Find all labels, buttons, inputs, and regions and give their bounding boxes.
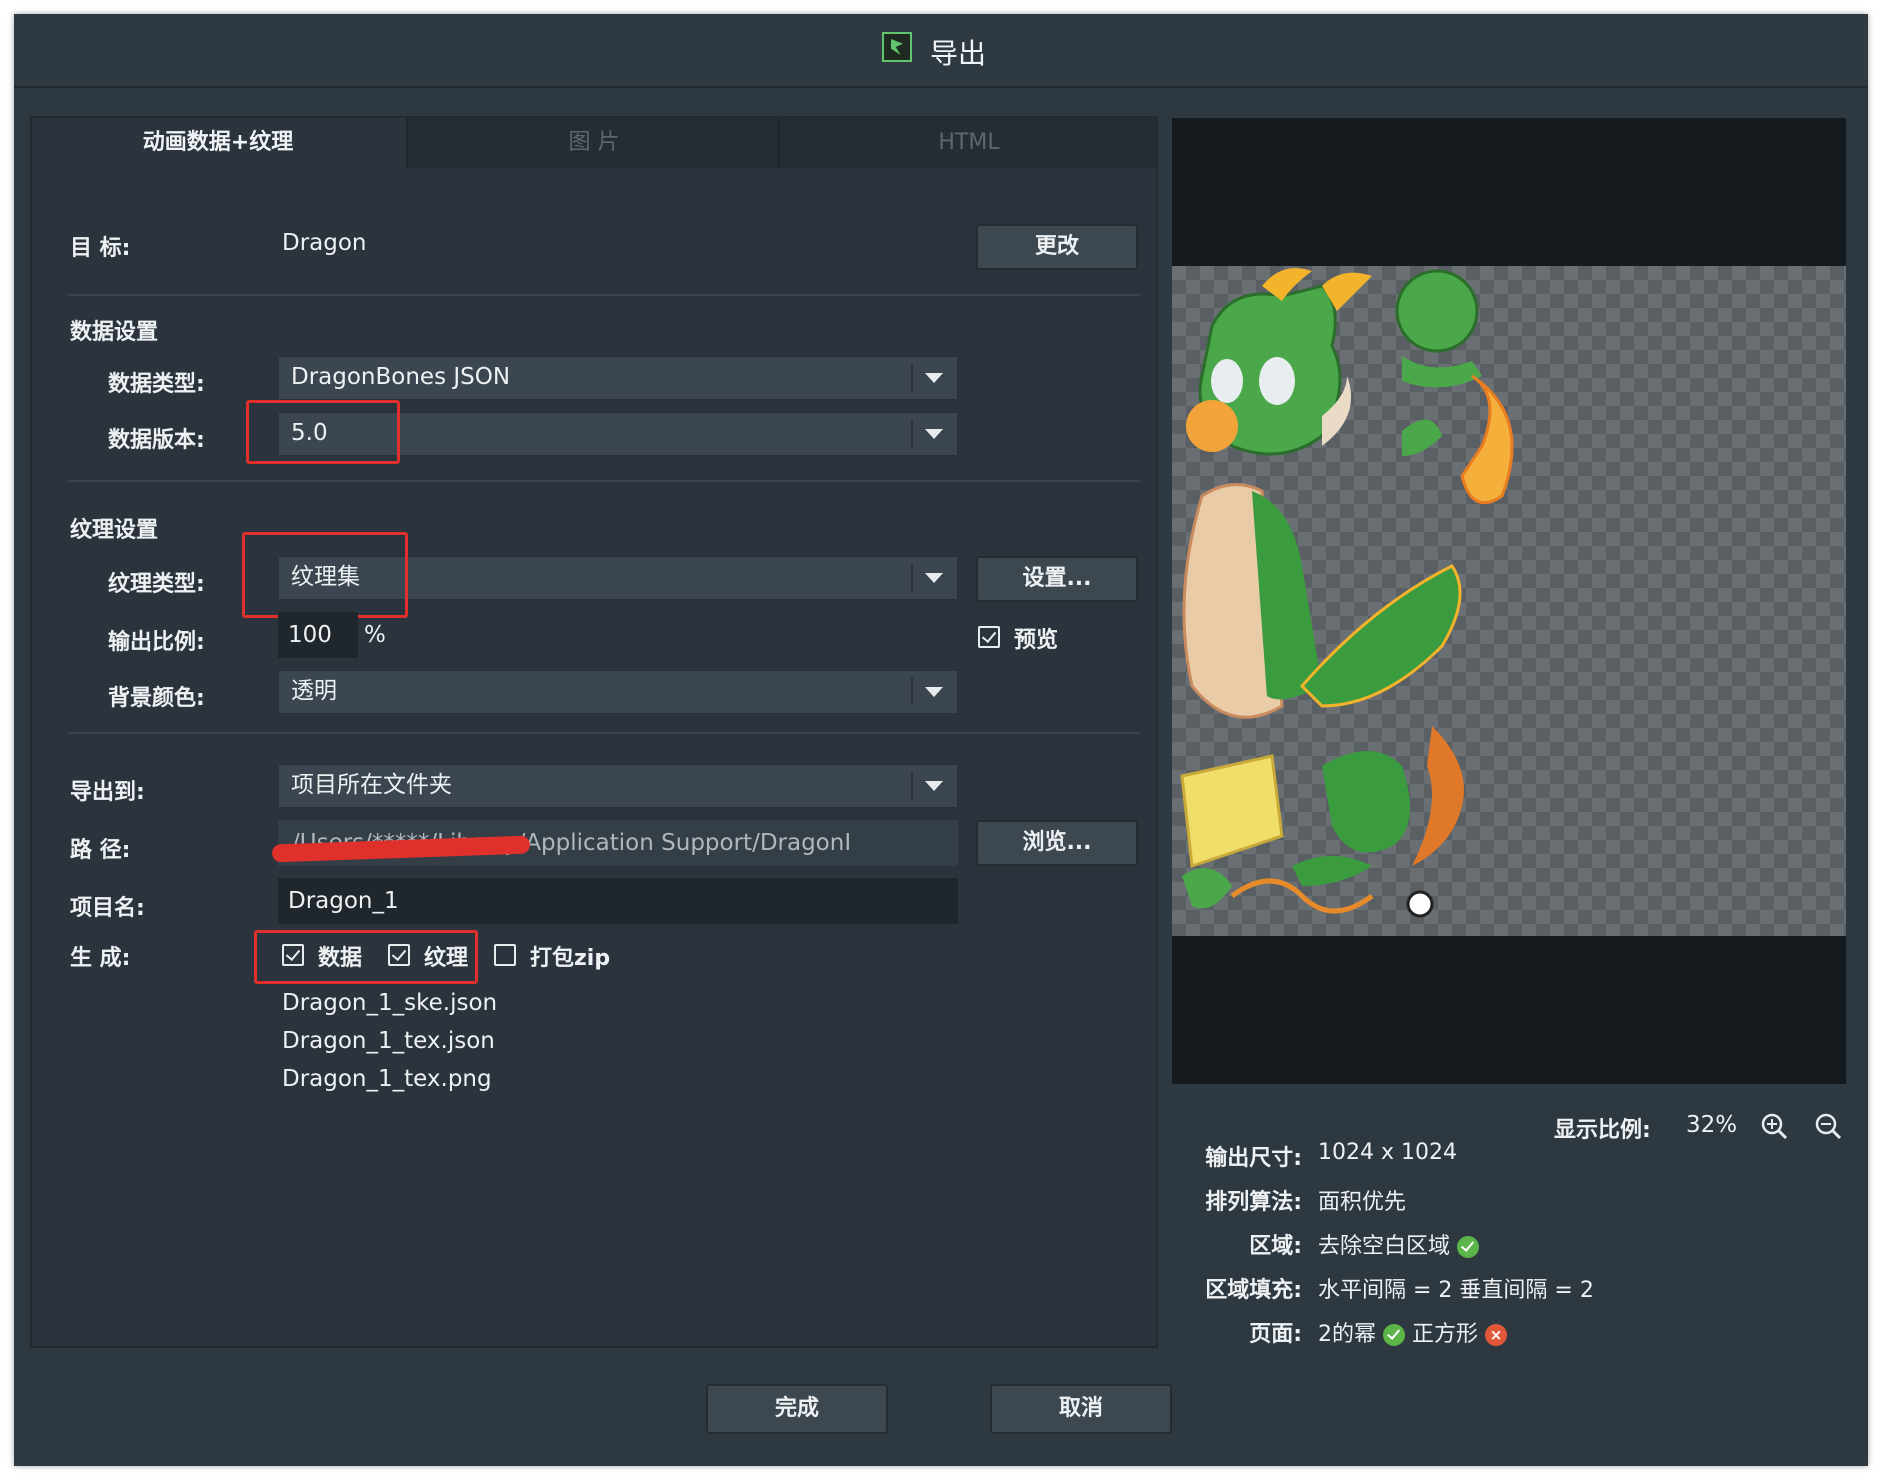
output-file: Dragon_1_ske.json (282, 990, 498, 1016)
chevron-down-icon (925, 687, 943, 697)
data-type-label: 数据类型: (108, 372, 205, 397)
page-square: 正方形 (1412, 1322, 1479, 1347)
bg-color-label: 背景颜色: (108, 686, 205, 711)
cancel-button[interactable]: 取消 (990, 1384, 1172, 1434)
page-value-row: 2的幂 正方形 × (1318, 1316, 1508, 1348)
output-size-value: 1024 x 1024 (1318, 1140, 1457, 1165)
page-label: 页面: (1249, 1322, 1302, 1347)
chevron-down-icon (925, 373, 943, 383)
export-to-select[interactable]: 项目所在文件夹 (278, 764, 958, 808)
change-button[interactable]: 更改 (976, 224, 1138, 270)
tab-animation-texture[interactable]: 动画数据+纹理 (32, 118, 404, 168)
region-value-row: 去除空白区域 (1318, 1228, 1480, 1260)
project-name-label: 项目名: (70, 896, 145, 921)
generate-zip-label: 打包zip (530, 946, 611, 971)
divider (911, 363, 913, 391)
check-circle-icon (1383, 1324, 1405, 1346)
divider (68, 294, 1140, 296)
bg-color-value: 透明 (291, 678, 337, 704)
divider (911, 677, 913, 705)
browse-button[interactable]: 浏览... (976, 820, 1138, 866)
data-settings-heading: 数据设置 (70, 320, 159, 345)
texture-preview (1172, 118, 1846, 1084)
dragon-parts-image (1180, 268, 1514, 918)
zoom-in-icon[interactable] (1760, 1112, 1790, 1142)
chevron-down-icon (925, 781, 943, 791)
texture-type-label: 纹理类型: (108, 572, 205, 597)
tab-image[interactable]: 图 片 (406, 118, 780, 168)
export-to-label: 导出到: (70, 780, 145, 805)
divider (68, 480, 1140, 482)
output-file: Dragon_1_tex.json (282, 1028, 495, 1054)
padding-label: 区域填充: (1205, 1278, 1302, 1303)
path-label: 路 径: (70, 838, 131, 863)
zoom-value: 32% (1686, 1112, 1738, 1138)
highlight-box (242, 532, 408, 618)
divider (911, 419, 913, 447)
settings-panel: 动画数据+纹理 图 片 HTML 目 标: Dragon 更改 数据设置 数据类… (30, 116, 1158, 1348)
dialog-title: 导出 (930, 37, 987, 70)
generate-zip-checkbox[interactable] (494, 944, 516, 966)
algorithm-value: 面积优先 (1318, 1190, 1407, 1215)
tab-html[interactable]: HTML (778, 118, 1158, 168)
dragonbones-logo-icon (882, 32, 912, 62)
done-button[interactable]: 完成 (706, 1384, 888, 1434)
data-version-label: 数据版本: (108, 428, 205, 453)
highlight-box (254, 930, 478, 984)
title-bar: 导出 (14, 14, 1868, 88)
region-value: 去除空白区域 (1318, 1234, 1451, 1259)
region-label: 区域: (1249, 1234, 1302, 1259)
scale-input[interactable]: 100 (278, 612, 358, 658)
divider (911, 563, 913, 591)
target-label: 目 标: (70, 236, 131, 261)
error-circle-icon: × (1485, 1324, 1508, 1346)
export-dialog: 导出 动画数据+纹理 图 片 HTML 目 标: Dragon 更改 数据设置 … (14, 14, 1868, 1466)
chevron-down-icon (925, 573, 943, 583)
divider (68, 732, 1140, 734)
preview-checkbox[interactable] (978, 626, 1000, 648)
generate-label: 生 成: (70, 946, 131, 971)
texture-settings-heading: 纹理设置 (70, 518, 159, 543)
texture-settings-button[interactable]: 设置... (976, 556, 1138, 602)
padding-value: 水平间隔 = 2 垂直间隔 = 2 (1318, 1278, 1594, 1303)
data-type-select[interactable]: DragonBones JSON (278, 356, 958, 400)
bg-color-select[interactable]: 透明 (278, 670, 958, 714)
divider (911, 771, 913, 799)
scale-unit: % (364, 622, 386, 648)
texture-atlas-image (1172, 266, 1846, 936)
data-type-value: DragonBones JSON (291, 364, 511, 390)
chevron-down-icon (925, 429, 943, 439)
page-pow2: 2的幂 (1318, 1322, 1376, 1347)
highlight-box (246, 400, 400, 464)
project-name-input[interactable]: Dragon_1 (278, 878, 958, 924)
output-size-label: 输出尺寸: (1205, 1146, 1302, 1171)
algorithm-label: 排列算法: (1205, 1190, 1302, 1215)
export-to-value: 项目所在文件夹 (291, 772, 452, 798)
scale-label: 输出比例: (108, 630, 205, 655)
output-file: Dragon_1_tex.png (282, 1066, 492, 1092)
target-value: Dragon (282, 230, 367, 256)
zoom-label: 显示比例: (1554, 1118, 1651, 1143)
check-circle-icon (1457, 1236, 1480, 1258)
zoom-out-icon[interactable] (1814, 1112, 1844, 1142)
preview-label: 预览 (1014, 628, 1059, 653)
